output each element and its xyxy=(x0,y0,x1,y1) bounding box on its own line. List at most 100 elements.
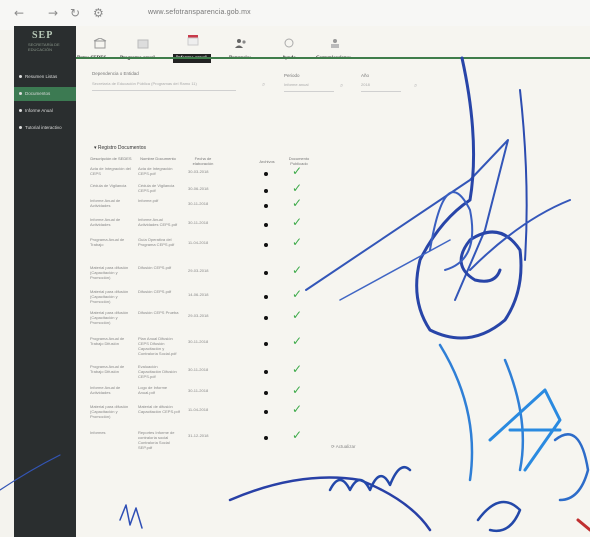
table-cell: 30-03-2018 xyxy=(188,169,209,174)
gear-icon[interactable]: ⚙ xyxy=(93,6,104,20)
entity-value: Secretaría de Educación Pública (Program… xyxy=(92,81,197,86)
file-icon[interactable] xyxy=(264,172,268,176)
table-cell: Programa Anual de Trabajo Difusión xyxy=(90,336,125,346)
table-cell: Material para difusión (Capacitación y P… xyxy=(90,310,129,325)
table-cell[interactable]: Evaluación Capacitación Difusión CEPS.pd… xyxy=(138,364,180,379)
table-cell: Informe Anual de Actividades xyxy=(90,217,121,227)
reload-icon[interactable]: ↻ xyxy=(70,6,80,20)
check-icon: ✓ xyxy=(292,263,303,277)
file-icon[interactable] xyxy=(264,271,268,275)
period-select[interactable]: Informe anual xyxy=(284,82,334,92)
table-cell[interactable]: Guía Operativa del Programa CEPS.pdf xyxy=(138,237,180,247)
table-cell: Material para difusión (Capacitación y P… xyxy=(90,289,129,304)
table-cell: 30-06-2018 xyxy=(188,186,209,191)
table-cell: 31-12-2018 xyxy=(188,433,209,438)
file-icon[interactable] xyxy=(264,243,268,247)
check-icon: ✓ xyxy=(292,164,303,178)
table-cell[interactable]: Plan Anual Difusión CEPS Difusión Capaci… xyxy=(138,336,180,356)
file-icon[interactable] xyxy=(264,342,268,346)
entity-label: Dependencia o Entidad xyxy=(92,71,139,76)
period-value: Informe anual xyxy=(284,82,309,87)
table-cell[interactable]: Cédula de Vigilancia CEPS.pdf xyxy=(138,183,180,193)
table-cell: 29-03-2018 xyxy=(188,313,209,318)
help-icon[interactable] xyxy=(282,38,296,49)
file-icon[interactable] xyxy=(264,223,268,227)
brand-subtitle: SECRETARÍA DE EDUCACIÓN xyxy=(28,42,60,52)
sidebar-item-documentos[interactable]: Documentos xyxy=(14,87,76,101)
sidebar-item-tutorial[interactable]: Tutorial interactivo xyxy=(14,121,76,135)
sidebar-item-label: Documentos xyxy=(25,91,51,96)
year-select[interactable]: 2018 xyxy=(361,82,401,92)
address-bar[interactable]: www.sefotransparencia.gob.mx xyxy=(148,9,251,16)
document-icon[interactable] xyxy=(186,35,200,46)
refresh-label: Actualizar xyxy=(335,444,356,449)
table-cell[interactable]: Difusión CEPS.pdf xyxy=(138,289,180,294)
check-icon: ✓ xyxy=(292,383,303,397)
check-icon: ✓ xyxy=(292,215,303,229)
file-icon[interactable] xyxy=(264,295,268,299)
sidebar: SEP SECRETARÍA DE EDUCACIÓN Resumen List… xyxy=(14,26,76,537)
sidebar-item-label: Tutorial interactivo xyxy=(25,125,62,130)
check-icon: ✓ xyxy=(292,334,303,348)
file-icon[interactable] xyxy=(264,316,268,320)
building-icon[interactable] xyxy=(93,38,107,49)
section-header[interactable]: ▾ Registro Documentos xyxy=(94,145,146,151)
column-header: Descripción de SEDES xyxy=(90,156,132,161)
check-icon: ✓ xyxy=(292,362,303,376)
arrow-right-icon[interactable]: → xyxy=(48,6,58,20)
section-title: Registro Documentos xyxy=(97,145,146,151)
file-icon[interactable] xyxy=(264,391,268,395)
bullet-icon xyxy=(19,109,22,112)
table-cell[interactable]: Difusión CEPS Prueba xyxy=(138,310,180,315)
table-cell[interactable]: Informe Anual Actividades CEPS.pdf xyxy=(138,217,180,227)
file-icon[interactable] xyxy=(264,370,268,374)
arrow-left-icon[interactable]: ← xyxy=(14,6,24,20)
table-cell: 14-06-2018 xyxy=(188,292,209,297)
period-label: Periodo xyxy=(284,73,300,78)
table-cell: Material para difusión (Capacitación y P… xyxy=(90,265,129,280)
table-cell: 29-03-2018 xyxy=(188,268,209,273)
main-content: Datos SEDES Programa anual Informe anual… xyxy=(76,26,590,537)
people-icon[interactable] xyxy=(234,38,248,49)
check-icon: ✓ xyxy=(292,308,303,322)
table-cell: Cédula de Vigilancia xyxy=(90,183,127,188)
table-cell: Informes xyxy=(90,430,106,435)
sidebar-item-label: Resumen Listas xyxy=(25,74,58,79)
refresh-button[interactable]: ⟳ Actualizar xyxy=(331,444,356,450)
table-cell[interactable]: Informe.pdf xyxy=(138,198,180,203)
table-cell: 30-11-2018 xyxy=(188,339,209,344)
file-icon[interactable] xyxy=(264,410,268,414)
bullet-icon xyxy=(19,75,22,78)
table-cell: 11-04-2018 xyxy=(188,240,209,245)
check-icon: ✓ xyxy=(292,428,303,442)
folder-icon[interactable] xyxy=(136,38,150,49)
check-icon: ✓ xyxy=(292,402,303,416)
table-cell: Acta de Integración del CEPS xyxy=(90,166,131,176)
table-cell: 30-11-2018 xyxy=(188,367,209,372)
megaphone-icon[interactable] xyxy=(328,38,342,49)
search-icon[interactable]: ⌕ xyxy=(262,82,269,89)
sidebar-item-label: Informe Anual xyxy=(25,108,53,113)
sidebar-item-informe[interactable]: Informe Anual xyxy=(14,104,76,118)
sidebar-item-resumen[interactable]: Resumen Listas xyxy=(14,70,76,84)
table-cell: 11-04-2018 xyxy=(188,407,209,412)
table-cell[interactable]: Reportes Informe de contraloría social C… xyxy=(138,430,180,450)
check-icon: ✓ xyxy=(292,287,303,301)
column-header: Archivos xyxy=(259,159,275,164)
column-header: Fecha de elaboración xyxy=(192,156,214,166)
table-cell[interactable]: Acta de Integración CEPS.pdf xyxy=(138,166,180,176)
check-icon: ✓ xyxy=(292,181,303,195)
year-label: Año xyxy=(361,73,370,78)
check-icon: ✓ xyxy=(292,196,303,210)
table-cell[interactable]: Logo de Informe Anual.pdf xyxy=(138,385,180,395)
year-value: 2018 xyxy=(361,82,370,87)
entity-select[interactable]: Secretaría de Educación Pública (Program… xyxy=(92,81,236,91)
search-icon[interactable]: ⌕ xyxy=(414,83,421,90)
search-icon[interactable]: ⌕ xyxy=(340,83,347,90)
file-icon[interactable] xyxy=(264,436,268,440)
table-cell: 30-11-2018 xyxy=(188,388,209,393)
table-cell[interactable]: Difusión CEPS.pdf xyxy=(138,265,180,270)
file-icon[interactable] xyxy=(264,204,268,208)
file-icon[interactable] xyxy=(264,189,268,193)
table-cell[interactable]: Material de difusión Capacitación CEPS.p… xyxy=(138,404,180,414)
